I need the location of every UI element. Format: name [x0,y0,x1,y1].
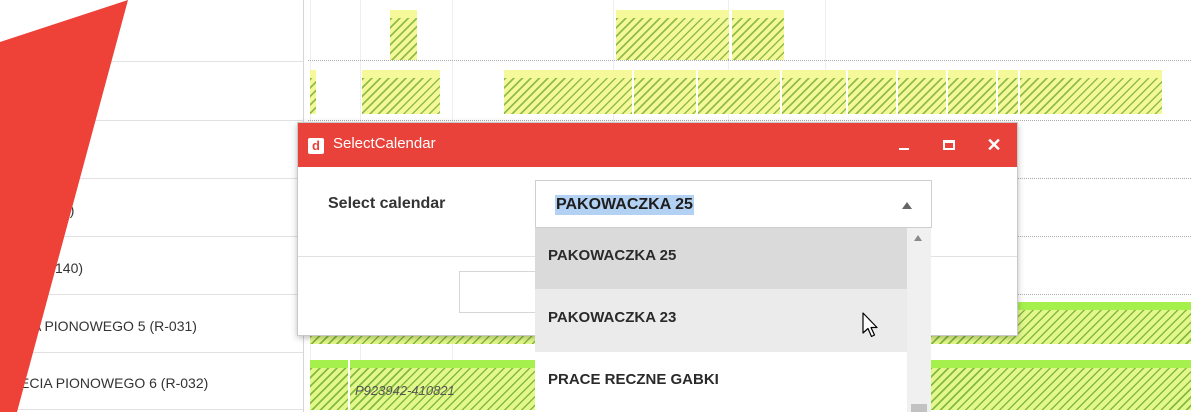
grid-line [308,120,1191,121]
scrollbar-thumb[interactable] [911,404,927,412]
task-bar[interactable] [898,70,946,114]
task-bar[interactable] [362,70,440,114]
task-bar-label: P923942-410821 [355,383,455,398]
task-bar[interactable] [782,70,846,114]
calendar-select[interactable]: PAKOWACZKA 25 [535,180,932,228]
task-bar[interactable] [948,70,996,114]
dialog-titlebar[interactable]: d SelectCalendar ✕ [298,123,1017,167]
grid-line [308,60,1191,61]
task-bar[interactable] [310,360,348,410]
selected-calendar-value[interactable]: PAKOWACZKA 25 [555,195,694,215]
list-item[interactable]: PAKOWACZKA 25 [535,228,907,289]
close-icon: ✕ [986,135,1002,155]
row-divider [0,61,303,62]
minimize-icon [899,148,909,150]
mouse-cursor-icon [862,312,878,338]
task-bar[interactable] [310,70,316,114]
row-divider [0,409,303,410]
row-divider [0,294,303,295]
task-bar[interactable] [390,10,417,60]
task-bar[interactable] [1020,70,1162,114]
field-label: Select calendar [328,195,446,212]
maximize-button[interactable] [935,131,963,159]
dialog-title: SelectCalendar [333,135,436,152]
task-bar[interactable] [698,70,780,114]
task-bar[interactable] [634,70,696,114]
task-bar[interactable] [930,360,1191,410]
chevron-up-icon[interactable] [902,202,912,209]
resource-label: 0) [62,202,75,218]
resource-label: 140) [55,260,84,276]
resource-label: ECIA PIONOWEGO 6 (R-032) [20,375,209,391]
row-divider [0,120,303,121]
close-button[interactable]: ✕ [980,131,1008,159]
list-item[interactable]: PAKOWACZKA 23 [535,290,907,351]
row-divider [0,352,303,353]
task-bar[interactable] [732,10,784,60]
minimize-button[interactable] [890,131,918,159]
scrollbar[interactable] [907,228,931,412]
row-divider [0,178,303,179]
maximize-icon [943,140,955,150]
row-divider [0,236,303,237]
task-bar[interactable] [998,70,1018,114]
app-logo-icon: d [308,138,324,154]
resource-label: CIA PIONOWEGO 5 (R-031) [18,318,197,334]
list-item[interactable]: PRACE RECZNE GABKI [535,352,907,412]
task-bar[interactable] [848,70,896,114]
task-bar[interactable] [504,70,632,114]
scroll-up-icon[interactable] [914,235,922,241]
task-bar[interactable] [616,10,729,60]
